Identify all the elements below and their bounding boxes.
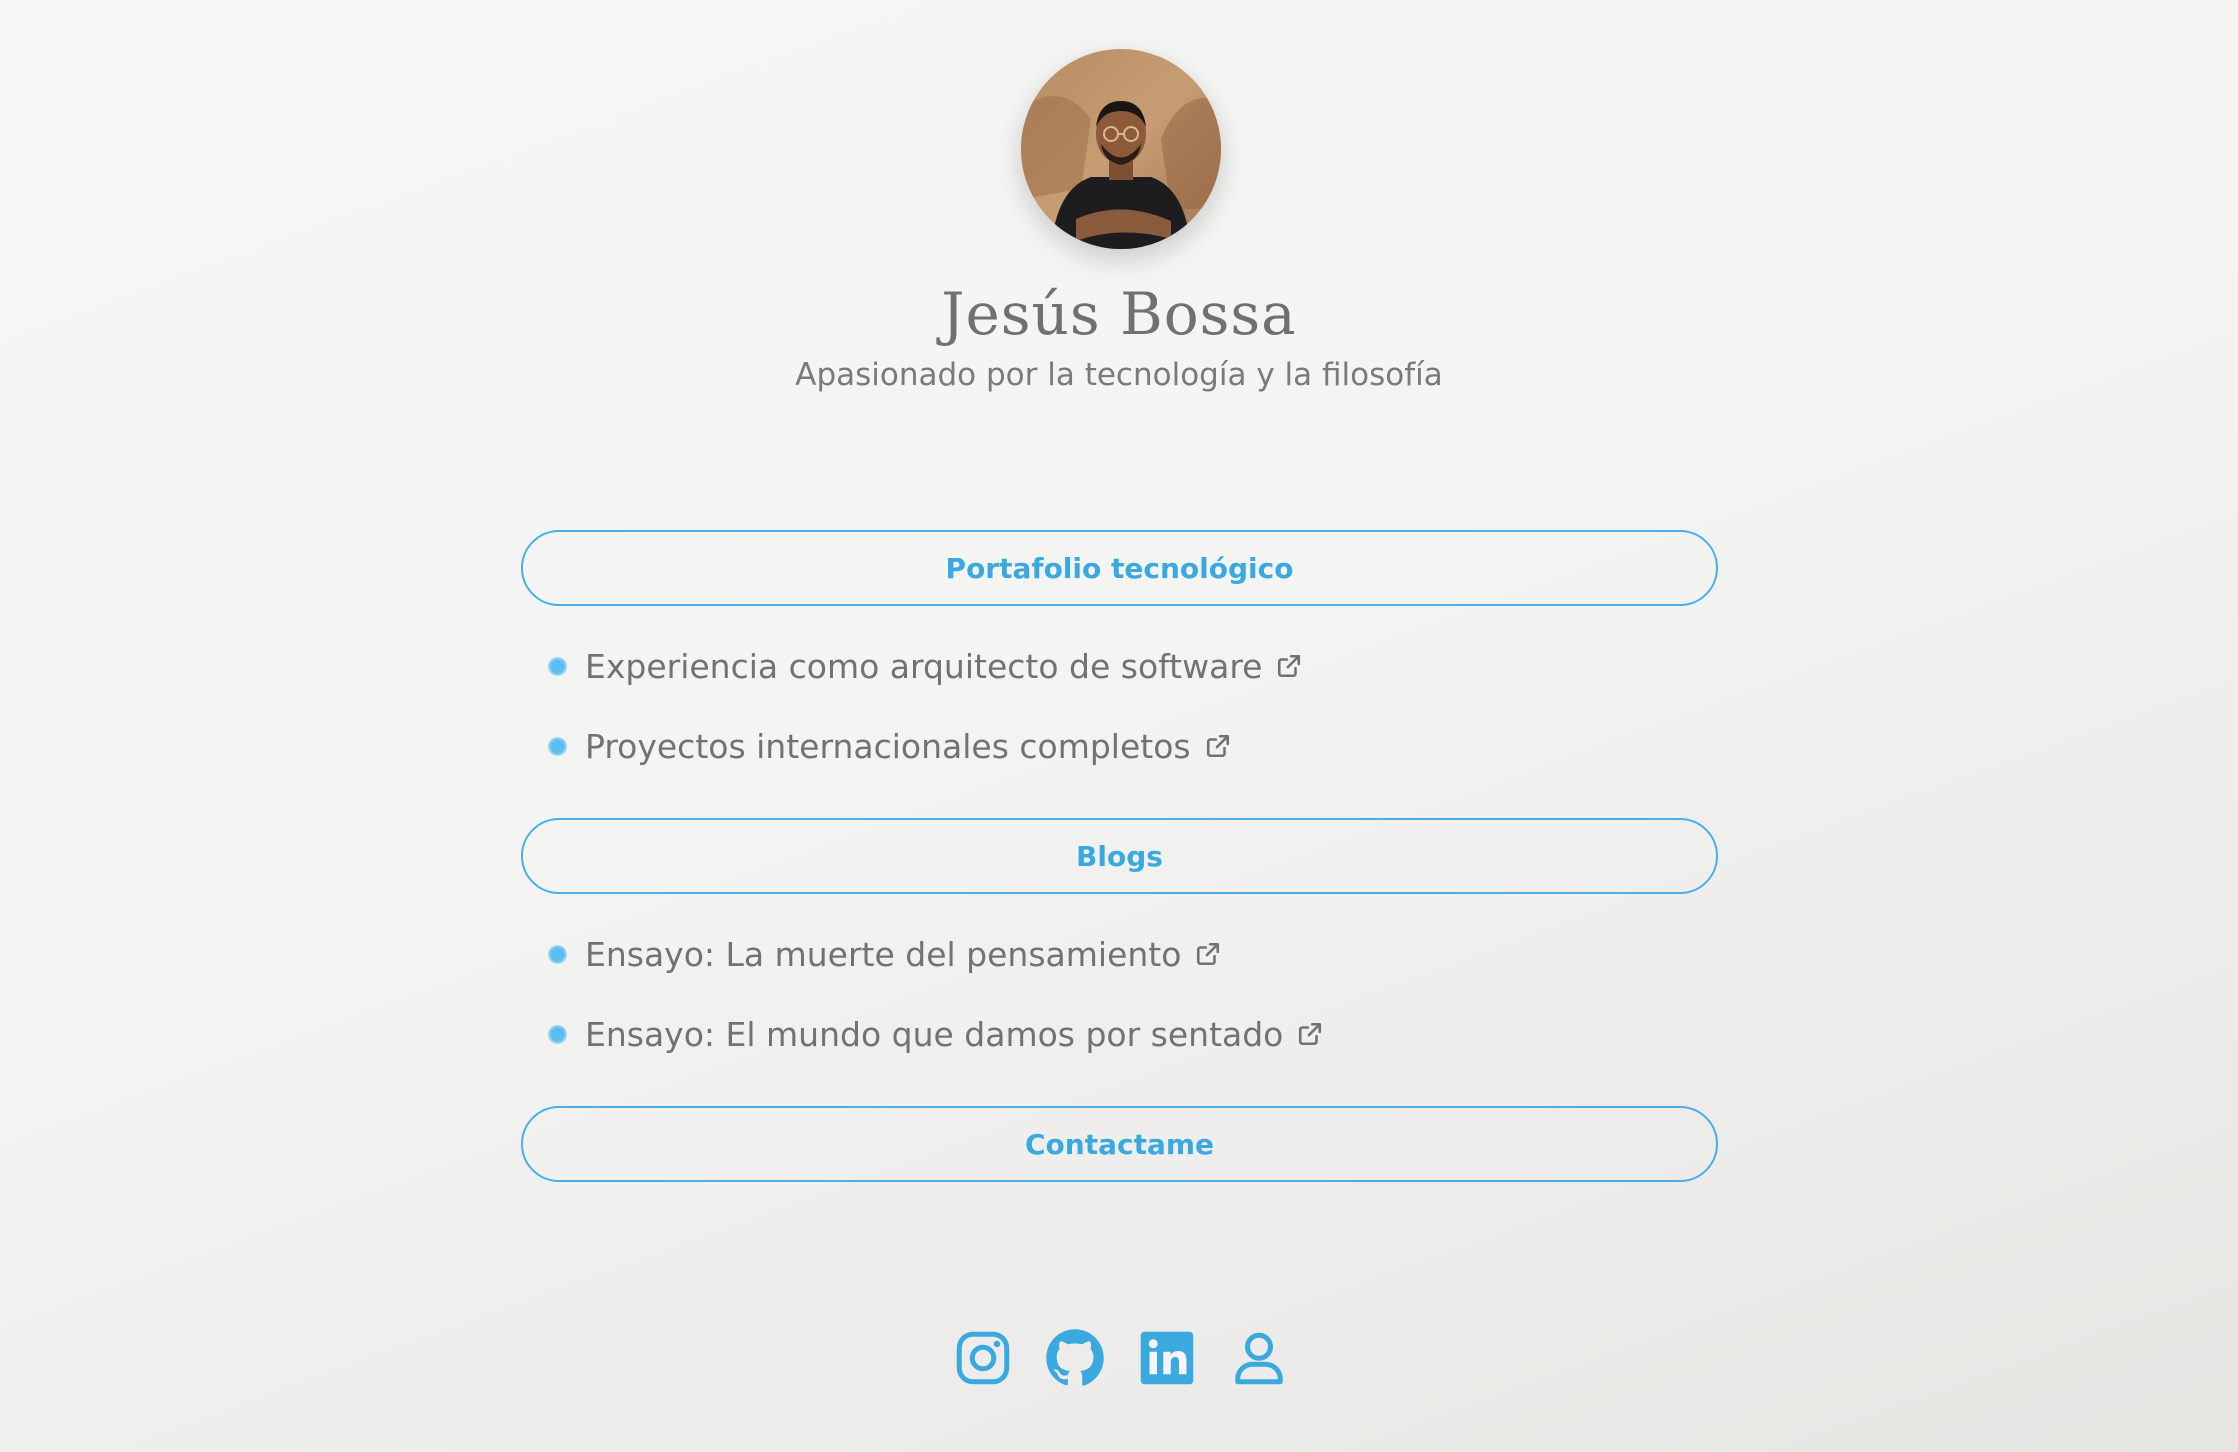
section-button-label: Contactame bbox=[1024, 1127, 1215, 1161]
list-item-label: Proyectos internacionales completos bbox=[585, 726, 1191, 766]
link-page: Jesús Bossa Apasionado por la tecnología… bbox=[0, 0, 2238, 1452]
external-link-icon bbox=[1278, 654, 1301, 678]
linkedin-link[interactable] bbox=[1137, 1328, 1197, 1388]
linkedin-icon bbox=[1140, 1331, 1194, 1385]
profile-photo bbox=[1021, 49, 1221, 249]
list-item-link[interactable]: Ensayo: La muerte del pensamiento bbox=[548, 931, 1221, 977]
section-button-portafolio[interactable]: Portafolio tecnológico bbox=[521, 530, 1718, 606]
list-item-link[interactable]: Ensayo: El mundo que damos por sentado bbox=[548, 1011, 1323, 1057]
list-item-link[interactable]: Proyectos internacionales completos bbox=[548, 723, 1231, 769]
list-item-label: Experiencia como arquitecto de software bbox=[585, 646, 1263, 686]
bullet-dot-icon bbox=[548, 1024, 567, 1044]
bullet-dot-icon bbox=[548, 736, 567, 756]
external-link-icon bbox=[1206, 734, 1229, 758]
instagram-link[interactable] bbox=[953, 1328, 1013, 1388]
user-profile-link[interactable] bbox=[1229, 1328, 1289, 1388]
list-item-label: Ensayo: El mundo que damos por sentado bbox=[585, 1014, 1284, 1054]
github-icon bbox=[1046, 1329, 1104, 1386]
user-profile-icon bbox=[1235, 1332, 1283, 1385]
external-link-icon bbox=[1197, 942, 1220, 966]
section-button-label: Portafolio tecnológico bbox=[945, 551, 1294, 585]
section-button-contactame[interactable]: Contactame bbox=[521, 1106, 1718, 1182]
instagram-icon bbox=[956, 1331, 1010, 1385]
list-item-label: Ensayo: La muerte del pensamiento bbox=[585, 934, 1182, 974]
github-link[interactable] bbox=[1045, 1328, 1105, 1388]
external-link-icon bbox=[1299, 1022, 1322, 1046]
bullet-dot-icon bbox=[548, 944, 567, 964]
list-item-link[interactable]: Experiencia como arquitecto de software bbox=[548, 643, 1302, 689]
section-button-blogs[interactable]: Blogs bbox=[521, 818, 1718, 894]
bullet-dot-icon bbox=[548, 656, 567, 676]
section-button-label: Blogs bbox=[1076, 839, 1163, 873]
profile-tagline: Apasionado por la tecnología y la filoso… bbox=[795, 357, 1443, 393]
avatar bbox=[1021, 49, 1221, 249]
profile-name: Jesús Bossa bbox=[941, 280, 1297, 348]
